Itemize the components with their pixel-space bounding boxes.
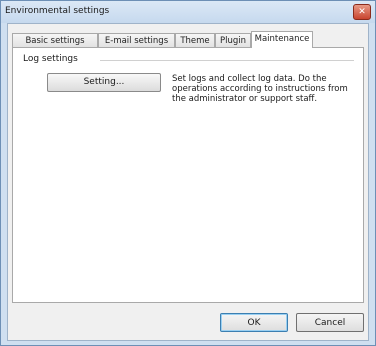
close-icon: ✕ — [358, 7, 366, 17]
log-settings-description: Set logs and collect log data. Do the op… — [172, 74, 348, 104]
group-divider — [100, 60, 354, 61]
ok-button[interactable]: OK — [220, 313, 288, 332]
maintenance-panel: Log settings Setting... Set logs and col… — [12, 47, 364, 303]
environmental-settings-dialog: Environmental settings ✕ Basic settings … — [0, 0, 376, 346]
cancel-button[interactable]: Cancel — [296, 313, 364, 332]
tab-plugin[interactable]: Plugin — [215, 33, 251, 47]
title-bar[interactable]: Environmental settings ✕ — [1, 1, 375, 23]
close-button[interactable]: ✕ — [353, 4, 371, 20]
tab-basic-settings[interactable]: Basic settings — [12, 33, 98, 47]
tab-theme[interactable]: Theme — [175, 33, 215, 47]
tab-email-settings[interactable]: E-mail settings — [98, 33, 175, 47]
dialog-title: Environmental settings — [5, 6, 110, 16]
dialog-body: Basic settings E-mail settings Theme Plu… — [7, 23, 369, 341]
log-setting-button[interactable]: Setting... — [47, 73, 161, 92]
log-settings-group-label: Log settings — [23, 54, 78, 64]
tab-maintenance[interactable]: Maintenance — [251, 31, 313, 48]
